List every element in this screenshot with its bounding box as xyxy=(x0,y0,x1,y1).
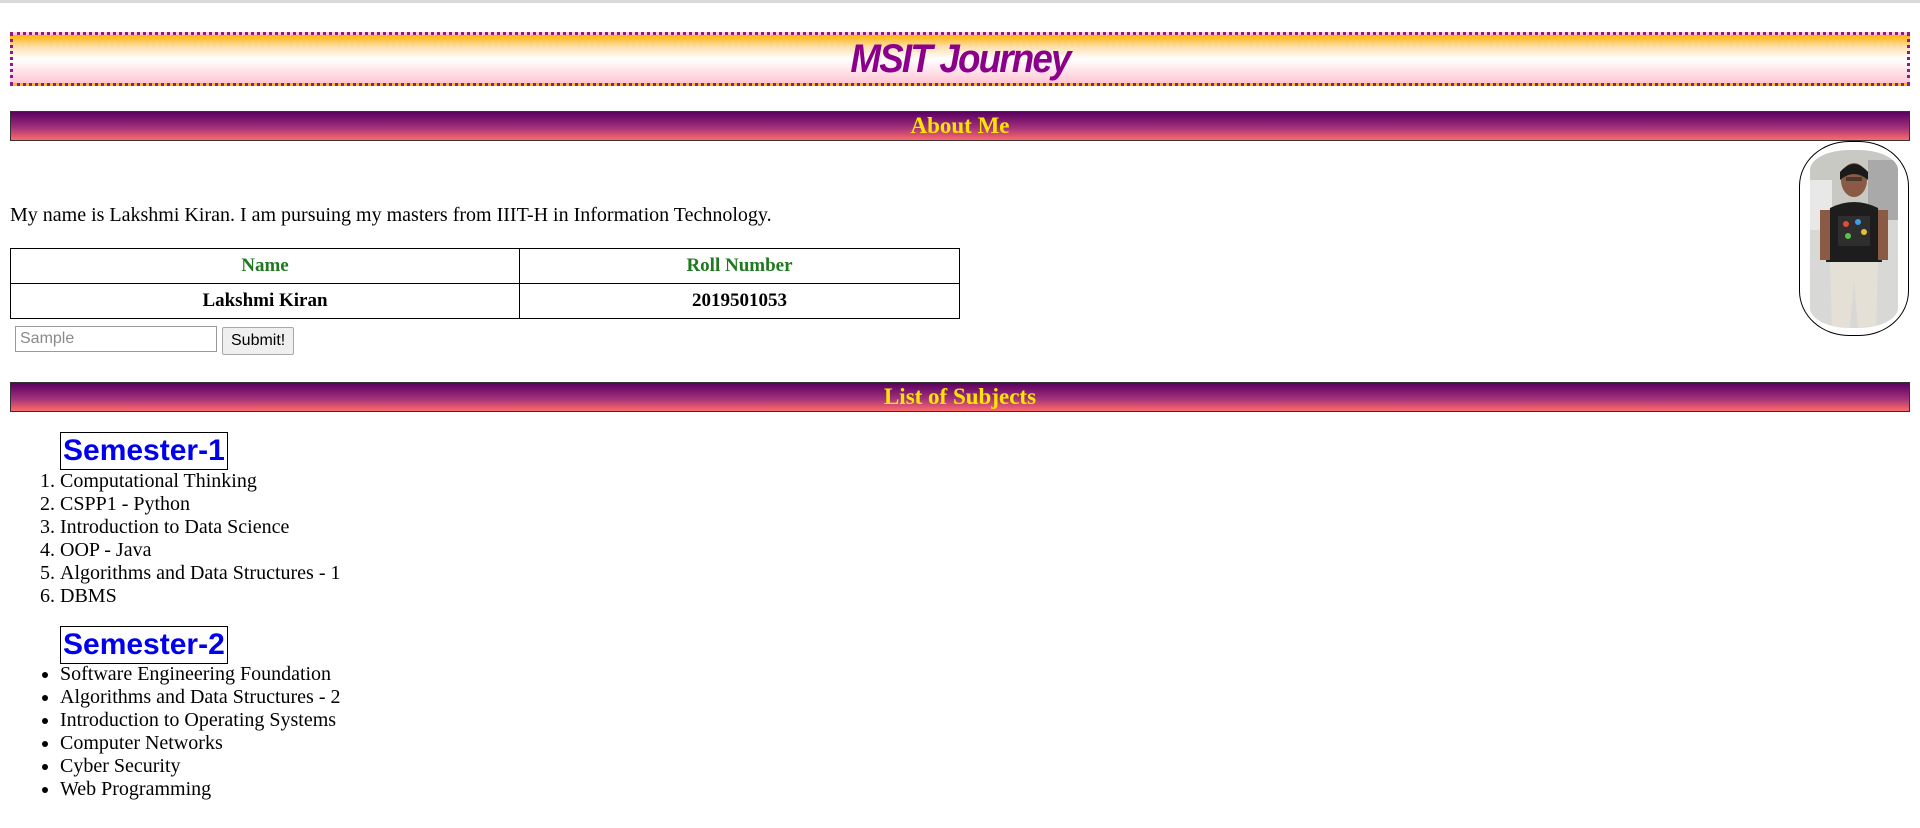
intro-paragraph: My name is Lakshmi Kiran. I am pursuing … xyxy=(10,204,772,226)
sample-input[interactable] xyxy=(15,326,217,352)
table-header-row: Name Roll Number xyxy=(10,248,960,284)
list-item: Algorithms and Data Structures - 1 xyxy=(60,562,341,585)
list-item: Web Programming xyxy=(60,778,341,801)
semester-2-list: Software Engineering Foundation Algorith… xyxy=(60,663,341,801)
list-of-subjects-heading: List of Subjects xyxy=(10,382,1910,412)
semester-2-heading: Semester-2 xyxy=(60,626,228,664)
page-banner: MSIT Journey xyxy=(10,32,1910,86)
list-item: DBMS xyxy=(60,585,341,608)
roll-number-column-header: Roll Number xyxy=(519,248,960,284)
submit-button[interactable]: Submit! xyxy=(222,327,295,355)
profile-photo-image xyxy=(1810,150,1898,328)
name-column-header: Name xyxy=(10,248,520,284)
list-item: Introduction to Data Science xyxy=(60,516,341,539)
semester-1-heading: Semester-1 xyxy=(60,432,228,470)
list-item: Computer Networks xyxy=(60,732,341,755)
list-item: Computational Thinking xyxy=(60,470,341,493)
list-item: Introduction to Operating Systems xyxy=(60,709,341,732)
table-row: Lakshmi Kiran 2019501053 xyxy=(10,283,960,319)
profile-photo xyxy=(1799,141,1909,336)
list-item: CSPP1 - Python xyxy=(60,493,341,516)
info-table: Name Roll Number Lakshmi Kiran 201950105… xyxy=(10,248,960,319)
list-item: Algorithms and Data Structures - 2 xyxy=(60,686,341,709)
roll-number-cell: 2019501053 xyxy=(519,283,960,319)
list-item: OOP - Java xyxy=(60,539,341,562)
about-me-heading: About Me xyxy=(10,111,1910,141)
name-cell: Lakshmi Kiran xyxy=(10,283,520,319)
page-title: MSIT Journey xyxy=(850,37,1071,81)
list-item: Cyber Security xyxy=(60,755,341,778)
browser-top-border xyxy=(0,0,1920,3)
list-item: Software Engineering Foundation xyxy=(60,663,341,686)
semester-1-list: Computational Thinking CSPP1 - Python In… xyxy=(60,470,341,608)
